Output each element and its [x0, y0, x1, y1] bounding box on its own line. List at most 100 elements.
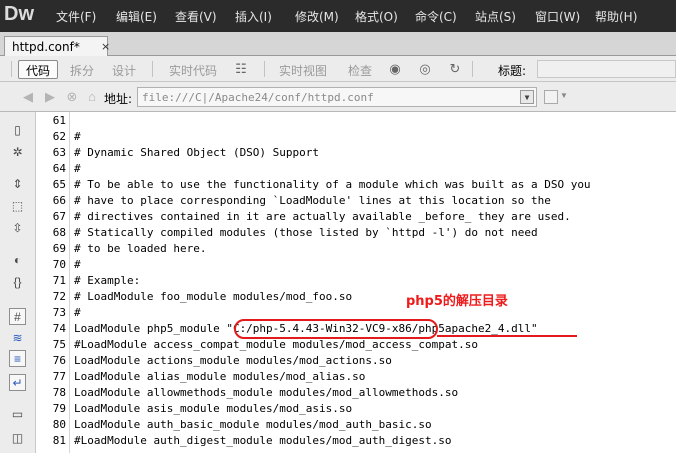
code-line: # Example:: [74, 274, 141, 287]
back-arrow-icon[interactable]: ◀: [20, 89, 36, 105]
title-input[interactable]: [537, 60, 676, 78]
show-code-navigator-icon[interactable]: ✲: [9, 144, 26, 161]
code-line: # to be loaded here.: [74, 242, 207, 255]
menu-modify[interactable]: 修改(M): [295, 8, 339, 25]
document-tab[interactable]: httpd.conf* ×: [4, 36, 110, 56]
line-number: 62: [52, 130, 66, 143]
stop-icon[interactable]: ⊗: [64, 89, 80, 105]
select-parent-tag-icon[interactable]: ◐: [9, 252, 26, 269]
toolbar-divider: [472, 61, 473, 77]
syntax-error-alerts-icon[interactable]: ≡: [9, 350, 26, 367]
toolbar-divider: [264, 61, 265, 77]
address-input[interactable]: file:///C|/Apache24/conf/httpd.conf ▼: [137, 87, 537, 107]
design-view-button[interactable]: 设计: [106, 60, 142, 79]
line-number: 81: [52, 434, 66, 447]
annotation-text: php5的解压目录: [406, 294, 508, 309]
line-number: 73: [52, 306, 66, 319]
line-number: 63: [52, 146, 66, 159]
line-number: 64: [52, 162, 66, 175]
code-line: # To be able to use the functionality of…: [74, 178, 591, 191]
document-toolbar: 代码 拆分 设计 实时代码 ☷ 实时视图 检查 ◉ ◎ ↻ 标题:: [0, 56, 676, 82]
line-number: 67: [52, 210, 66, 223]
live-view-button[interactable]: 实时视图: [274, 60, 332, 79]
line-number: 70: [52, 258, 66, 271]
split-view-button[interactable]: 拆分: [64, 60, 100, 79]
line-number: 68: [52, 226, 66, 239]
apply-comment-icon[interactable]: ▭: [9, 406, 26, 423]
line-number: 65: [52, 178, 66, 191]
code-line: # have to place corresponding `LoadModul…: [74, 194, 551, 207]
code-navigation-icon[interactable]: ☷: [232, 61, 250, 77]
preview-browser-icon[interactable]: ◉: [386, 61, 404, 77]
line-number-gutter: 61 62 63 64 65 66 67 68 69 70 71 72 73 74 75 76 77 78 79 80…: [36, 112, 70, 453]
title-label: 标题:: [498, 64, 527, 78]
live-code-button[interactable]: 实时代码: [164, 60, 222, 79]
code-line: LoadModule actions_module modules/mod_ac…: [74, 354, 392, 367]
line-number: 69: [52, 242, 66, 255]
menu-file[interactable]: 文件(F): [56, 8, 96, 25]
remove-comment-icon[interactable]: ◫: [9, 430, 26, 447]
code-view-button[interactable]: 代码: [18, 60, 58, 79]
visual-aids-icon[interactable]: ◎: [416, 61, 434, 77]
toolbar-divider: [152, 61, 153, 77]
menu-bar: Dw 文件(F) 编辑(E) 查看(V) 插入(I) 修改(M) 格式(O) 命…: [0, 0, 676, 32]
address-bar: ◀ ▶ ⊗ ⌂ 地址: file:///C|/Apache24/conf/htt…: [0, 82, 676, 112]
highlight-invalid-code-icon[interactable]: ≋: [9, 330, 26, 347]
code-line: #: [74, 130, 81, 143]
line-number: 66: [52, 194, 66, 207]
expand-all-icon[interactable]: ⇳: [9, 220, 26, 237]
menu-window[interactable]: 窗口(W): [535, 8, 580, 25]
line-number: 74: [52, 322, 66, 335]
menu-insert[interactable]: 插入(I): [235, 8, 272, 25]
line-number: 71: [52, 274, 66, 287]
toolbar-divider: [11, 61, 12, 77]
document-tab-strip: httpd.conf* ×: [0, 32, 676, 56]
browse-icon[interactable]: [544, 90, 558, 104]
close-icon[interactable]: ×: [101, 40, 110, 53]
line-number: 61: [52, 114, 66, 127]
chevron-down-icon[interactable]: ▼: [560, 91, 569, 103]
line-number: 75: [52, 338, 66, 351]
code-line: #LoadModule access_compat_module modules…: [74, 338, 478, 351]
code-line: LoadModule allowmethods_module modules/m…: [74, 386, 459, 399]
collapse-selection-icon[interactable]: ⬚: [9, 198, 26, 215]
document-tab-label: httpd.conf*: [12, 40, 80, 54]
refresh-icon[interactable]: ↻: [446, 61, 464, 77]
address-label: 地址:: [104, 92, 133, 106]
line-numbers-icon[interactable]: #: [9, 308, 26, 325]
open-documents-icon[interactable]: ▯: [9, 122, 26, 139]
home-icon[interactable]: ⌂: [84, 89, 100, 105]
code-line: # Statically compiled modules (those lis…: [74, 226, 538, 239]
code-line: # directives contained in it are actuall…: [74, 210, 571, 223]
collapse-tag-icon[interactable]: ⇕: [9, 176, 26, 193]
line-number: 77: [52, 370, 66, 383]
inspect-button[interactable]: 检查: [342, 60, 378, 79]
menu-commands[interactable]: 命令(C): [415, 8, 457, 25]
code-line: #: [74, 162, 81, 175]
word-wrap-icon[interactable]: ↵: [9, 374, 26, 391]
code-line: #LoadModule auth_digest_module modules/m…: [74, 434, 452, 447]
line-number: 78: [52, 386, 66, 399]
code-line: LoadModule asis_module modules/mod_asis.…: [74, 402, 353, 415]
address-value: file:///C|/Apache24/conf/httpd.conf: [142, 91, 374, 104]
annotation-highlight-box: [234, 319, 438, 339]
code-line: LoadModule auth_basic_module modules/mod…: [74, 418, 432, 431]
code-line: #: [74, 258, 81, 271]
code-line: #: [74, 306, 81, 319]
code-line: LoadModule alias_module modules/mod_alia…: [74, 370, 366, 383]
line-number: 72: [52, 290, 66, 303]
line-number: 76: [52, 354, 66, 367]
line-number: 80: [52, 418, 66, 431]
forward-arrow-icon[interactable]: ▶: [42, 89, 58, 105]
code-editor[interactable]: # # Dynamic Shared Object (DSO) Support # #…: [70, 112, 676, 453]
menu-site[interactable]: 站点(S): [475, 8, 516, 25]
menu-view[interactable]: 查看(V): [175, 8, 217, 25]
menu-edit[interactable]: 编辑(E): [116, 8, 157, 25]
balance-braces-icon[interactable]: {}: [9, 274, 26, 291]
chevron-down-icon[interactable]: ▼: [520, 90, 534, 104]
code-line: # Dynamic Shared Object (DSO) Support: [74, 146, 320, 159]
line-number: 79: [52, 402, 66, 415]
menu-format[interactable]: 格式(O): [355, 8, 398, 25]
app-logo: Dw: [4, 3, 34, 25]
menu-help[interactable]: 帮助(H): [595, 8, 637, 25]
